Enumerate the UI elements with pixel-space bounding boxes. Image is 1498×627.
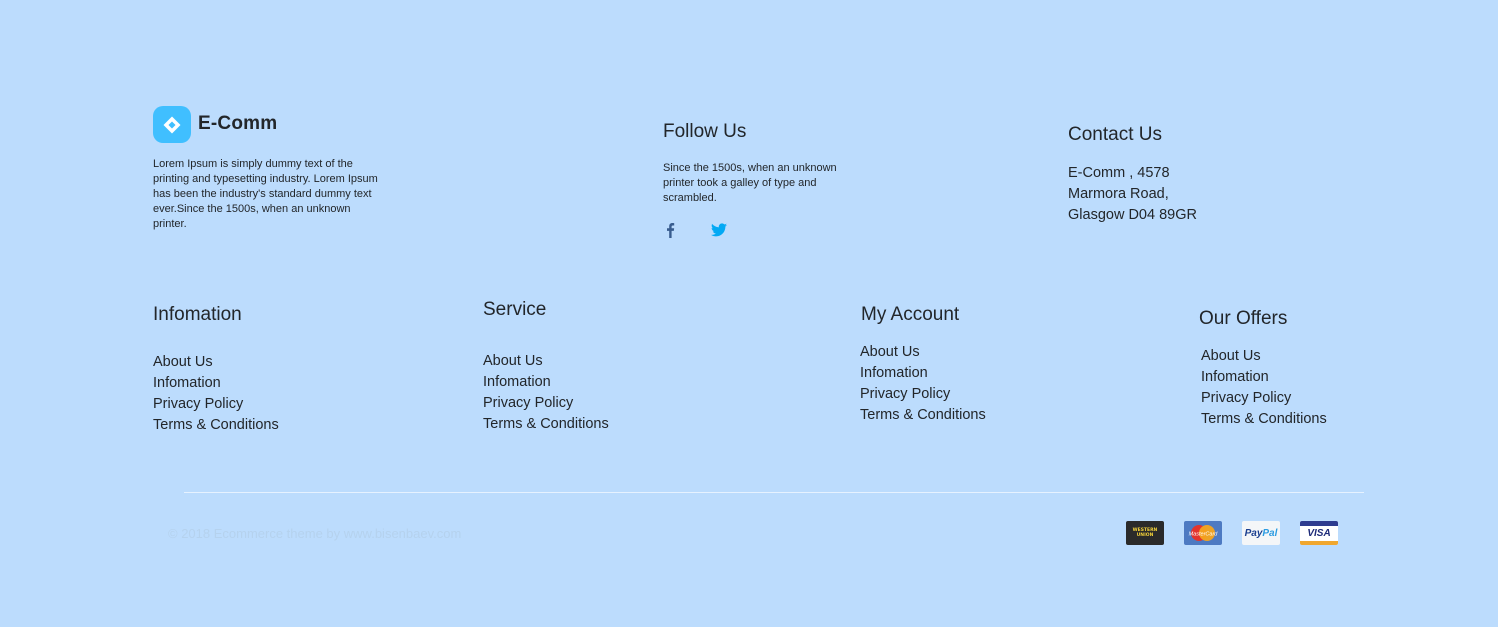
- column-links-our-offers: About Us Infomation Privacy Policy Terms…: [1201, 346, 1327, 430]
- footer-link[interactable]: About Us: [153, 352, 279, 373]
- twitter-icon[interactable]: [711, 223, 727, 237]
- footer-link[interactable]: Privacy Policy: [860, 384, 986, 405]
- brand-name: E-Comm: [198, 113, 278, 134]
- column-title-our-offers: Our Offers: [1199, 308, 1288, 329]
- footer-link[interactable]: Terms & Conditions: [483, 414, 609, 435]
- footer-divider: [184, 492, 1364, 493]
- footer-link[interactable]: Privacy Policy: [1201, 388, 1327, 409]
- visa-label: VISA: [1307, 528, 1331, 539]
- column-title-my-account: My Account: [861, 304, 960, 325]
- footer-link[interactable]: About Us: [1201, 346, 1327, 367]
- footer-link[interactable]: Terms & Conditions: [153, 415, 279, 436]
- footer-link[interactable]: About Us: [860, 342, 986, 363]
- paypal-icon: PayPal: [1242, 521, 1280, 545]
- western-union-label: UNION: [1136, 533, 1154, 538]
- contact-line: Glasgow D04 89GR: [1068, 207, 1197, 223]
- footer-link[interactable]: Privacy Policy: [153, 394, 279, 415]
- western-union-icon: WESTERN UNION: [1126, 521, 1164, 545]
- footer-link[interactable]: Infomation: [483, 372, 609, 393]
- footer-link[interactable]: Privacy Policy: [483, 393, 609, 414]
- brand-description: Lorem Ipsum is simply dummy text of the …: [153, 158, 378, 230]
- visa-bottom-stripe: [1300, 541, 1338, 545]
- column-links-service: About Us Infomation Privacy Policy Terms…: [483, 351, 609, 435]
- brand-logo[interactable]: [153, 106, 191, 143]
- footer-link[interactable]: Terms & Conditions: [1201, 409, 1327, 430]
- contact-line: E-Comm , 4578: [1068, 165, 1170, 181]
- contact-line: Marmora Road,: [1068, 186, 1169, 202]
- mastercard-label: MasterCard: [1189, 532, 1219, 538]
- footer-link[interactable]: Infomation: [1201, 367, 1327, 388]
- column-links-my-account: About Us Infomation Privacy Policy Terms…: [860, 342, 986, 426]
- footer-link[interactable]: Terms & Conditions: [860, 405, 986, 426]
- paypal-label-pay: Pay: [1244, 527, 1263, 539]
- footer-link[interactable]: Infomation: [860, 363, 986, 384]
- follow-us-title: Follow Us: [663, 121, 747, 142]
- follow-us-description: Since the 1500s, when an unknown printer…: [663, 162, 837, 204]
- column-links-infomation: About Us Infomation Privacy Policy Terms…: [153, 352, 279, 436]
- footer-link[interactable]: About Us: [483, 351, 609, 372]
- facebook-icon[interactable]: [664, 222, 676, 238]
- visa-icon: VISA: [1300, 521, 1338, 545]
- column-title-infomation: Infomation: [153, 304, 242, 325]
- copyright-text: © 2018 Ecommerce theme by www.bisenbaev.…: [168, 526, 462, 541]
- mastercard-circles: MasterCard: [1189, 525, 1219, 541]
- contact-us-title: Contact Us: [1068, 124, 1162, 145]
- mastercard-icon: MasterCard: [1184, 521, 1222, 545]
- footer-link[interactable]: Infomation: [153, 373, 279, 394]
- column-title-service: Service: [483, 299, 547, 320]
- paypal-label-pal: Pal: [1262, 527, 1278, 539]
- diamond-logo-icon: [163, 116, 181, 133]
